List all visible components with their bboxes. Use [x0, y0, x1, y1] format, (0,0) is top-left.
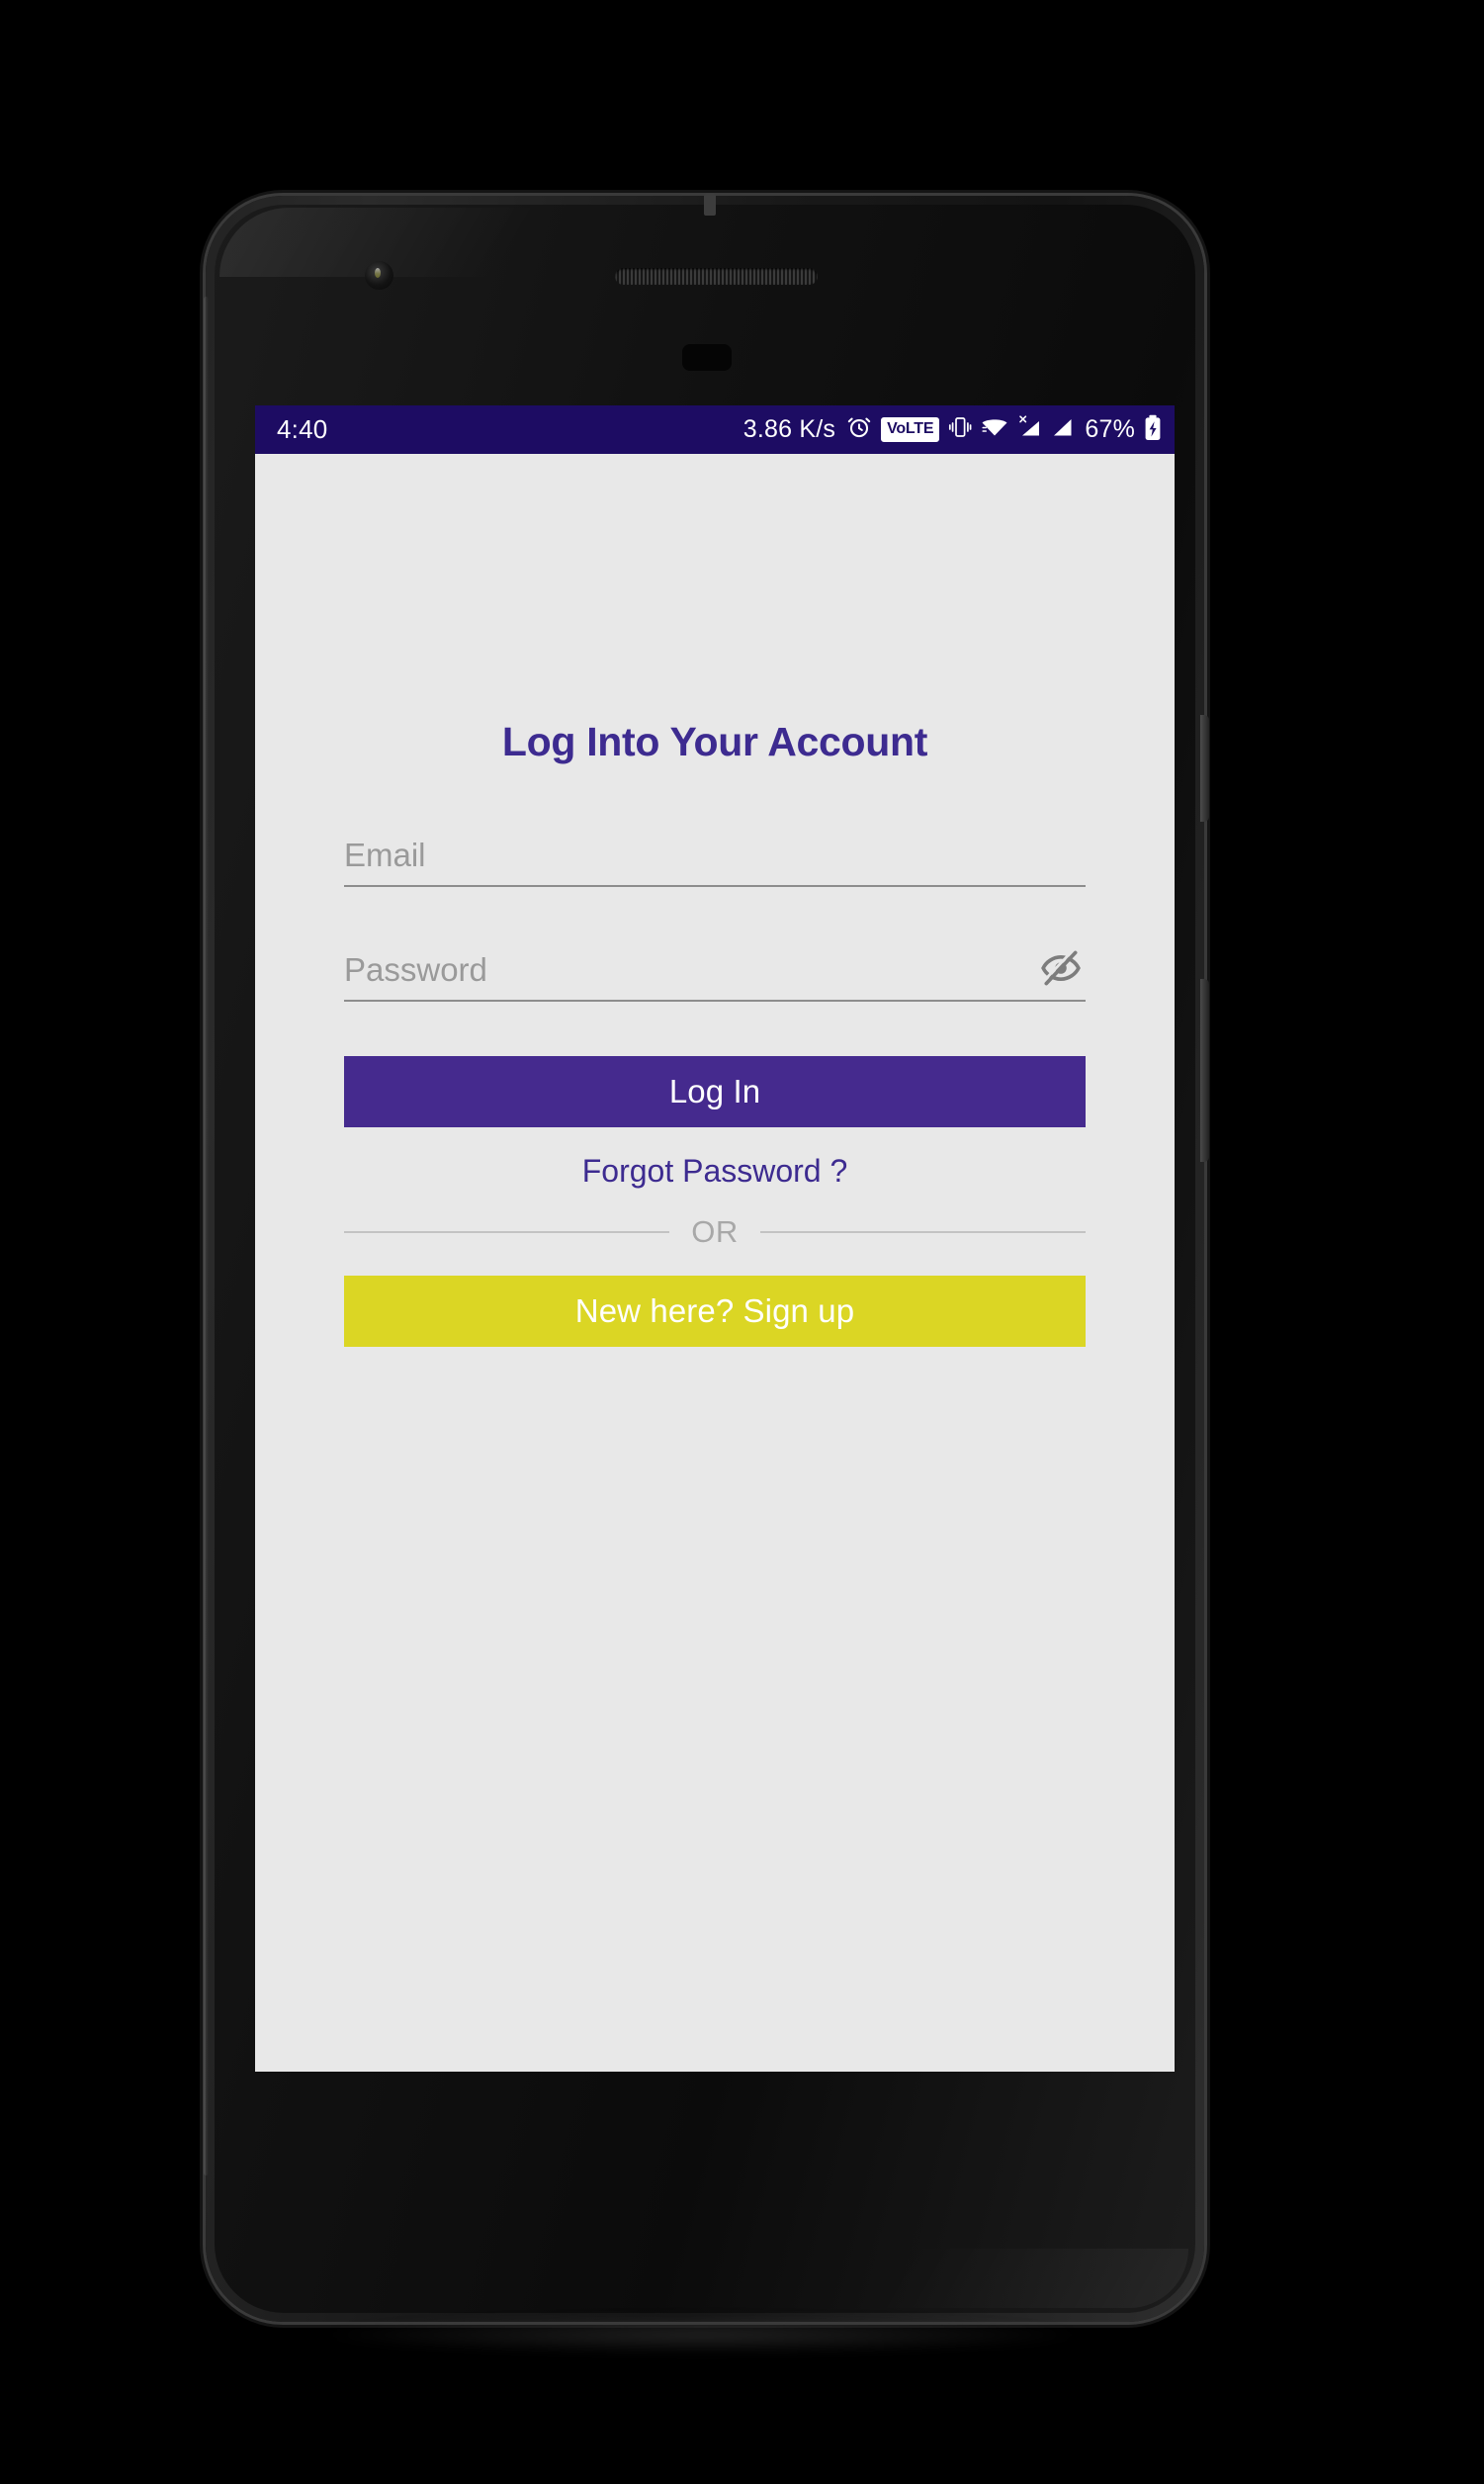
password-visibility-toggle-button[interactable]	[1038, 947, 1084, 993]
status-bar-icons: 3.86 K/s VoLTE 67%	[743, 414, 1162, 446]
proximity-sensor-icon	[682, 344, 732, 371]
status-bar: 4:40 3.86 K/s VoLTE 67%	[255, 405, 1175, 454]
password-field-row	[344, 939, 1086, 1002]
forgot-password-link[interactable]: Forgot Password ?	[344, 1153, 1086, 1190]
phone-screen: 4:40 3.86 K/s VoLTE 67% Log Into Your Ac…	[255, 405, 1175, 2072]
mobile-signal-icon	[1051, 414, 1074, 445]
divider-label: OR	[691, 1214, 739, 1249]
screenshot-stage: 4:40 3.86 K/s VoLTE 67% Log Into Your Ac…	[0, 0, 1484, 2484]
eye-off-icon	[1040, 947, 1082, 992]
earpiece-speaker-icon	[615, 268, 818, 285]
volume-button[interactable]	[1200, 979, 1209, 1162]
battery-charging-icon	[1144, 414, 1162, 446]
battery-percent-label: 67%	[1085, 415, 1135, 443]
divider-line-left	[344, 1231, 670, 1233]
front-camera-icon	[365, 261, 393, 290]
antenna-band	[704, 194, 716, 216]
page-title: Log Into Your Account	[501, 719, 928, 764]
login-screen-content: Log Into Your Account Email Log In Forgo…	[255, 454, 1175, 2072]
alarm-clock-icon	[846, 414, 872, 445]
password-input[interactable]	[344, 939, 1038, 1000]
mobile-signal-x-icon	[1017, 414, 1042, 445]
or-divider: OR	[344, 1214, 1086, 1250]
login-form: Log In Forgot Password ? OR New here? Si…	[344, 825, 1086, 1347]
network-speed-label: 3.86 K/s	[742, 415, 836, 443]
frame-left-edge	[204, 297, 209, 2175]
login-button[interactable]: Log In	[344, 1056, 1086, 1127]
email-field-row	[344, 825, 1086, 887]
power-button[interactable]	[1200, 715, 1209, 822]
signup-button[interactable]: New here? Sign up	[344, 1276, 1086, 1347]
vibrate-icon	[948, 414, 972, 445]
volte-icon: VoLTE	[881, 417, 940, 442]
wifi-icon	[981, 414, 1008, 445]
device-drop-shadow	[326, 2316, 1078, 2353]
email-input[interactable]	[344, 825, 1086, 885]
status-bar-clock: 4:40	[277, 414, 328, 444]
divider-line-right	[759, 1231, 1086, 1233]
